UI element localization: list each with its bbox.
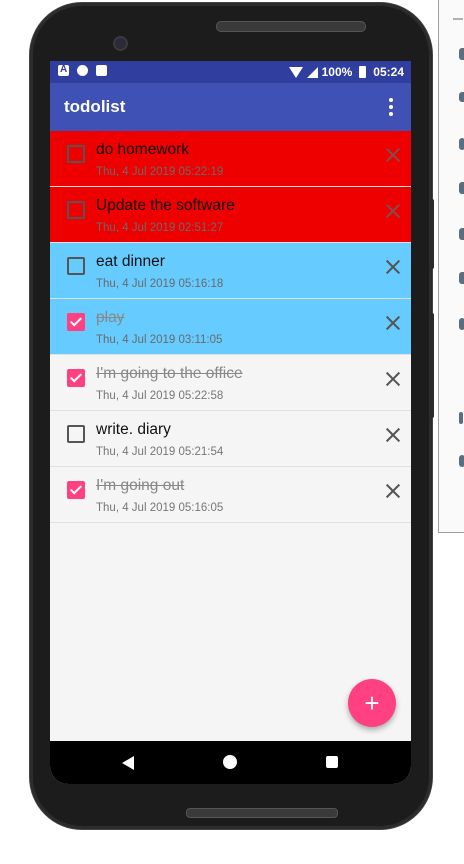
task-name: do homework bbox=[96, 141, 190, 158]
task-date: Thu, 4 Jul 2019 05:16:18 bbox=[96, 278, 224, 290]
window-icon bbox=[459, 182, 464, 194]
window-icon bbox=[459, 138, 464, 150]
device-screen: 100% 05:24 todolist do homework Thu, 4 Ju… bbox=[50, 61, 411, 784]
front-camera bbox=[113, 36, 128, 51]
close-icon[interactable] bbox=[385, 259, 401, 275]
back-icon[interactable] bbox=[122, 756, 134, 770]
task-row[interactable]: play Thu, 4 Jul 2019 03:11:05 bbox=[50, 299, 411, 355]
background-window bbox=[438, 0, 464, 533]
app-bar: todolist bbox=[50, 83, 411, 131]
task-name: I'm going out bbox=[96, 477, 185, 494]
window-icon bbox=[459, 228, 464, 240]
wifi-icon bbox=[288, 67, 303, 78]
close-icon[interactable] bbox=[385, 427, 401, 443]
task-checkbox[interactable] bbox=[67, 481, 85, 499]
task-row[interactable]: eat dinner Thu, 4 Jul 2019 05:16:18 bbox=[50, 243, 411, 299]
task-checkbox[interactable] bbox=[67, 145, 85, 163]
signal-icon bbox=[306, 66, 318, 78]
window-icon bbox=[459, 92, 464, 102]
battery-icon bbox=[359, 66, 367, 78]
task-name: play bbox=[96, 309, 125, 326]
add-task-button[interactable]: + bbox=[348, 679, 396, 727]
recents-icon[interactable] bbox=[326, 756, 338, 768]
task-checkbox[interactable] bbox=[67, 425, 85, 443]
task-list: do homework Thu, 4 Jul 2019 05:22:19 Updat… bbox=[50, 131, 411, 523]
window-icon bbox=[459, 318, 464, 330]
window-icon bbox=[459, 48, 464, 60]
android-a-icon bbox=[58, 64, 69, 76]
task-date: Thu, 4 Jul 2019 05:22:58 bbox=[96, 390, 224, 402]
task-date: Thu, 4 Jul 2019 02:51:27 bbox=[96, 222, 224, 234]
more-vert-icon[interactable] bbox=[379, 95, 403, 119]
task-name: eat dinner bbox=[96, 253, 165, 270]
task-row[interactable]: I'm going out Thu, 4 Jul 2019 05:16:05 bbox=[50, 467, 411, 523]
bottom-speaker bbox=[186, 808, 338, 818]
window-icon bbox=[459, 455, 464, 467]
app-title: todolist bbox=[64, 97, 126, 116]
task-row[interactable]: do homework Thu, 4 Jul 2019 05:22:19 bbox=[50, 131, 411, 187]
close-icon[interactable] bbox=[385, 147, 401, 163]
task-name: Update the software bbox=[96, 197, 235, 214]
task-checkbox[interactable] bbox=[67, 257, 85, 275]
task-date: Thu, 4 Jul 2019 03:11:05 bbox=[96, 334, 223, 346]
task-date: Thu, 4 Jul 2019 05:21:54 bbox=[96, 446, 224, 458]
close-icon[interactable] bbox=[385, 483, 401, 499]
close-icon[interactable] bbox=[385, 203, 401, 219]
home-icon[interactable] bbox=[223, 755, 237, 769]
window-icon bbox=[459, 272, 464, 284]
task-name: write. diary bbox=[96, 421, 171, 438]
circle-icon bbox=[77, 65, 88, 76]
task-date: Thu, 4 Jul 2019 05:22:19 bbox=[96, 166, 224, 178]
navigation-bar bbox=[50, 741, 411, 784]
clock: 05:24 bbox=[373, 65, 404, 79]
task-date: Thu, 4 Jul 2019 05:16:05 bbox=[96, 502, 224, 514]
task-checkbox[interactable] bbox=[67, 201, 85, 219]
task-row[interactable]: Update the software Thu, 4 Jul 2019 02:51… bbox=[50, 187, 411, 243]
task-checkbox[interactable] bbox=[67, 369, 85, 387]
minimize-icon bbox=[453, 18, 463, 20]
task-row[interactable]: write. diary Thu, 4 Jul 2019 05:21:54 bbox=[50, 411, 411, 467]
close-icon[interactable] bbox=[385, 315, 401, 331]
close-icon[interactable] bbox=[385, 371, 401, 387]
top-speaker bbox=[216, 21, 366, 32]
sd-card-icon bbox=[96, 65, 107, 76]
status-bar: 100% 05:24 bbox=[50, 61, 411, 83]
window-icon bbox=[459, 412, 463, 424]
volume-button bbox=[430, 313, 434, 418]
task-name: I'm going to the office bbox=[96, 365, 243, 382]
power-button bbox=[430, 199, 434, 269]
battery-percent: 100% bbox=[321, 65, 353, 79]
task-row[interactable]: I'm going to the office Thu, 4 Jul 2019 0… bbox=[50, 355, 411, 411]
task-checkbox[interactable] bbox=[67, 313, 85, 331]
